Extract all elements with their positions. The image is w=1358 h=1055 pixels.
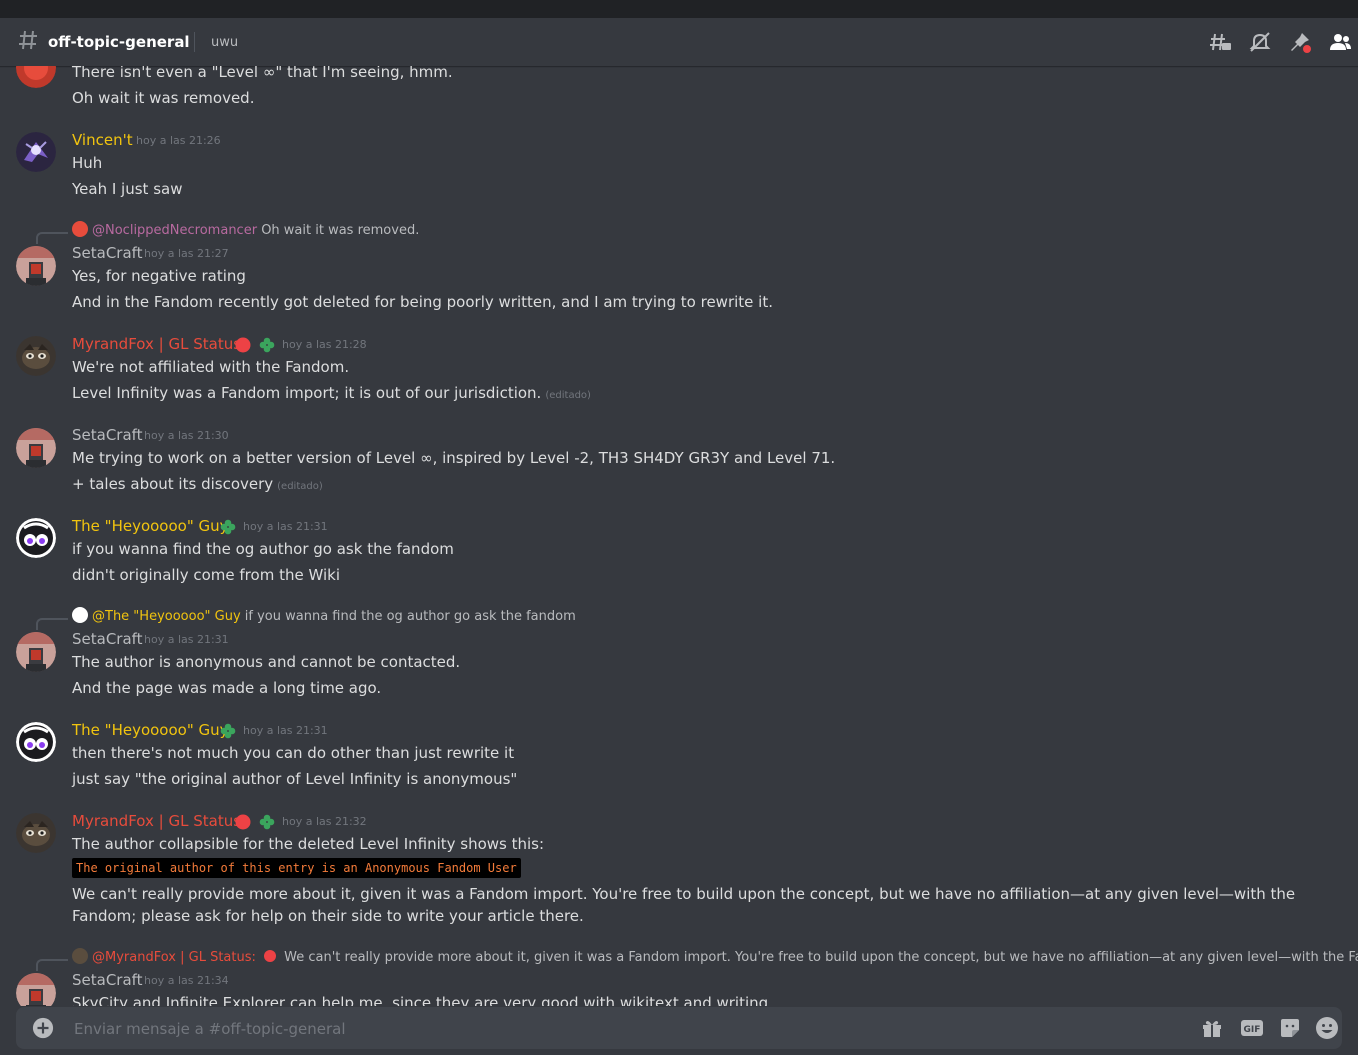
- timestamp: hoy a las 21:31: [243, 520, 328, 533]
- timestamp: hoy a las 21:34: [144, 974, 229, 987]
- timestamp: hoy a las 21:31: [144, 633, 229, 646]
- members-icon[interactable]: [1328, 30, 1352, 54]
- message-text: just say "the original author of Level I…: [72, 770, 518, 788]
- message-text: SkyCity and Infinite Explorer can help m…: [72, 994, 773, 1006]
- reply-avatar: [72, 221, 88, 237]
- clover-icon: [220, 723, 236, 739]
- status-red-circle-icon: [235, 814, 251, 830]
- avatar[interactable]: [16, 518, 56, 558]
- username[interactable]: The "Heyooooo" Guy: [72, 720, 229, 740]
- reply-author[interactable]: @NoclippedNecromancer: [92, 223, 257, 238]
- reply-author[interactable]: @MyrandFox | GL Status:: [92, 950, 256, 965]
- username[interactable]: MyrandFox | GL Status:: [72, 334, 246, 354]
- message-text: didn't originally come from the Wiki: [72, 566, 340, 584]
- message-text: And in the Fandom recently got deleted f…: [72, 293, 773, 311]
- timestamp: hoy a las 21:28: [282, 338, 367, 351]
- username[interactable]: The "Heyooooo" Guy: [72, 516, 229, 536]
- status-red-circle-icon: [264, 950, 277, 962]
- avatar[interactable]: [16, 973, 56, 1006]
- reply-text: if you wanna find the og author go ask t…: [244, 609, 576, 624]
- message-text: then there's not much you can do other t…: [72, 744, 515, 762]
- message-list[interactable]: There isn't even a "Level ∞" that I'm se…: [0, 66, 1358, 1006]
- username[interactable]: SetaCraft: [72, 970, 143, 990]
- reply-avatar: [72, 948, 88, 964]
- reply-author[interactable]: @The "Heyooooo" Guy: [92, 609, 241, 624]
- avatar[interactable]: [16, 428, 56, 468]
- message-text: We're not affiliated with the Fandom.: [72, 358, 350, 376]
- username[interactable]: SetaCraft: [72, 425, 143, 445]
- avatar[interactable]: [16, 813, 56, 853]
- reply-avatar: [72, 607, 88, 623]
- timestamp: hoy a las 21:32: [282, 815, 367, 828]
- message-text: The author collapsible for the deleted L…: [72, 835, 545, 853]
- message-text: The author is anonymous and cannot be co…: [72, 653, 461, 671]
- mute-bell-icon[interactable]: [1248, 30, 1272, 54]
- reply-spine: [36, 959, 68, 971]
- gif-icon[interactable]: GIF: [1240, 1016, 1264, 1040]
- message-text: We can't really provide more about it, g…: [72, 885, 1296, 925]
- channel-header: off-topic-general uwu: [0, 18, 1358, 66]
- window-top-strip: [0, 0, 1358, 18]
- avatar[interactable]: [16, 722, 56, 762]
- username[interactable]: MyrandFox | GL Status:: [72, 811, 246, 831]
- avatar[interactable]: [16, 336, 56, 376]
- clover-icon: [220, 519, 236, 535]
- message-text: Yes, for negative rating: [72, 267, 246, 285]
- message-text: Oh wait it was removed.: [72, 89, 255, 107]
- channel-name: off-topic-general: [48, 33, 190, 51]
- avatar[interactable]: [16, 66, 56, 88]
- reply-text: Oh wait it was removed.: [261, 223, 420, 238]
- add-attachment-icon[interactable]: [32, 1017, 54, 1039]
- timestamp: hoy a las 21:26: [136, 134, 221, 147]
- username[interactable]: SetaCraft: [72, 629, 143, 649]
- message-text: + tales about its discovery (editado): [72, 475, 323, 493]
- message-input[interactable]: [72, 1014, 1176, 1044]
- reply-spine: [36, 618, 68, 630]
- pin-icon[interactable]: [1288, 30, 1312, 54]
- timestamp: hoy a las 21:31: [243, 724, 328, 737]
- inline-code-block: The original author of this entry is an …: [72, 858, 521, 878]
- threads-icon[interactable]: [1208, 30, 1232, 54]
- avatar[interactable]: [16, 246, 56, 286]
- message-text: Me trying to work on a better version of…: [72, 449, 836, 467]
- timestamp: hoy a las 21:30: [144, 429, 229, 442]
- username[interactable]: Vincen't: [72, 130, 133, 150]
- message-text: Yeah I just saw: [72, 180, 183, 198]
- message-text: And the page was made a long time ago.: [72, 679, 382, 697]
- clover-icon: [259, 814, 275, 830]
- status-red-circle-icon: [235, 337, 251, 353]
- emoji-icon[interactable]: [1315, 1016, 1339, 1040]
- reply-spine: [36, 232, 68, 244]
- message-text: There isn't even a "Level ∞" that I'm se…: [72, 66, 453, 81]
- reply-preview[interactable]: @The "Heyooooo" Guy if you wanna find th…: [72, 607, 576, 626]
- message-text: if you wanna find the og author go ask t…: [72, 540, 454, 558]
- message-text: Level Infinity was a Fandom import; it i…: [72, 384, 591, 402]
- timestamp: hoy a las 21:27: [144, 247, 229, 260]
- avatar[interactable]: [16, 632, 56, 672]
- channel-topic[interactable]: uwu: [211, 34, 238, 52]
- avatar[interactable]: [16, 132, 56, 172]
- reply-preview[interactable]: @NoclippedNecromancer Oh wait it was rem…: [72, 221, 419, 240]
- username[interactable]: SetaCraft: [72, 243, 143, 263]
- channel-hash-icon: [19, 30, 37, 50]
- svg-text:GIF: GIF: [1244, 1025, 1261, 1035]
- clover-icon: [259, 337, 275, 353]
- edited-label: (editado): [277, 481, 323, 492]
- message-text: Huh: [72, 154, 103, 172]
- sticker-icon[interactable]: [1278, 1016, 1302, 1040]
- edited-label: (editado): [545, 390, 591, 401]
- message-composer: GIF: [16, 1007, 1342, 1049]
- reply-text: We can't really provide more about it, g…: [284, 950, 1358, 965]
- header-divider: [194, 32, 195, 52]
- gift-icon[interactable]: [1200, 1016, 1224, 1040]
- reply-preview[interactable]: @MyrandFox | GL Status: We can't really …: [72, 948, 1358, 967]
